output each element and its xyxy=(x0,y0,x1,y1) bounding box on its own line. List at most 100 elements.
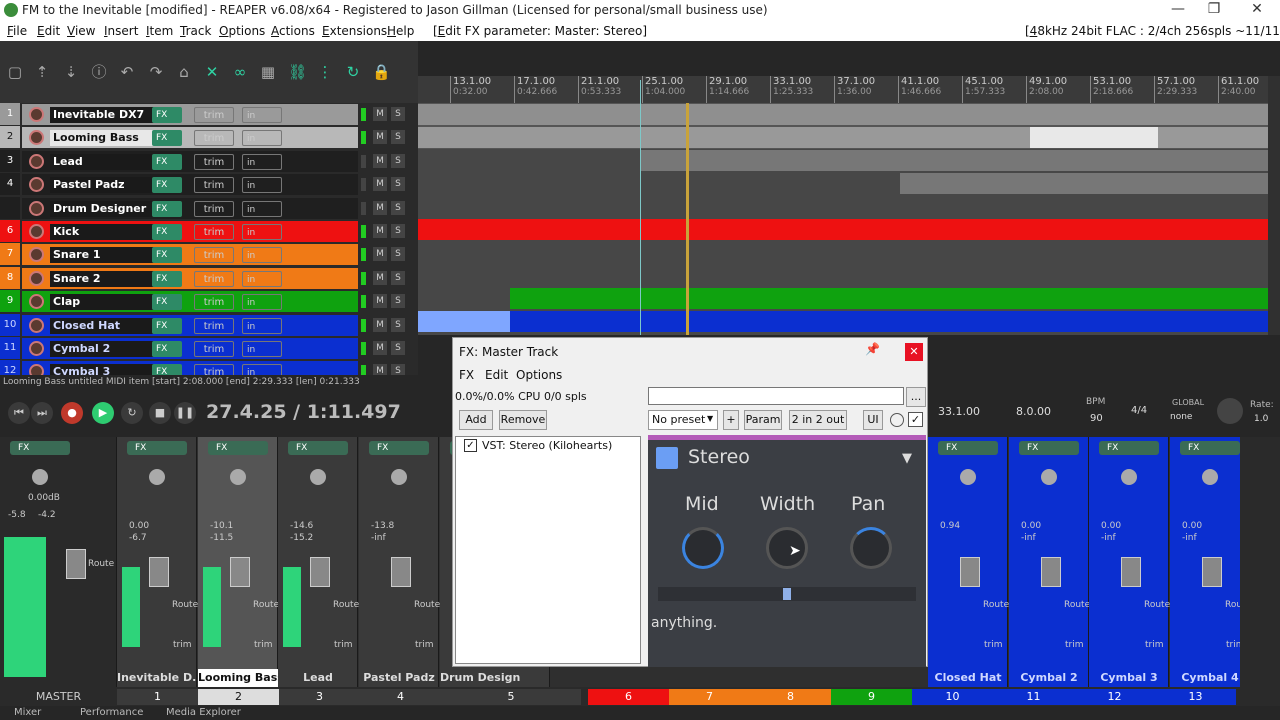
track-trim-button[interactable]: trim xyxy=(194,341,234,357)
redo-icon[interactable]: ↷ xyxy=(147,63,165,81)
track-fx-button[interactable]: FX xyxy=(152,364,182,375)
strip-fx-button[interactable]: FX xyxy=(938,441,998,455)
audio-status[interactable]: [48kHz 24bit FLAC : 2/4ch 256spls ~11/11… xyxy=(1025,24,1280,38)
strip-fx-button[interactable]: FX xyxy=(288,441,348,455)
ruler-mark[interactable]: 17.1.00 0:42.666 xyxy=(514,76,557,103)
loop-icon[interactable]: ↻ xyxy=(344,63,362,81)
record-arm-icon[interactable] xyxy=(29,270,44,286)
track-trim-button[interactable]: trim xyxy=(194,247,234,264)
ruler-mark[interactable]: 49.1.00 2:08.00 xyxy=(1026,76,1067,103)
track-number-cell[interactable]: 7 xyxy=(669,689,750,705)
record-arm-icon[interactable] xyxy=(29,317,44,333)
mute-button[interactable]: M xyxy=(373,153,387,168)
strip-fx-button[interactable]: FX xyxy=(1180,441,1240,455)
minimize-button[interactable]: — xyxy=(1158,1,1198,17)
io-button[interactable]: 2 in 2 out xyxy=(789,410,847,430)
record-arm-icon[interactable] xyxy=(29,107,44,122)
track-fx-button[interactable]: FX xyxy=(152,294,182,311)
track-trim-button[interactable]: trim xyxy=(194,224,234,240)
strip-trim-button[interactable]: trim xyxy=(1065,640,1084,650)
ruler-mark[interactable]: 57.1.00 2:29.333 xyxy=(1154,76,1197,103)
strip-trim-button[interactable]: trim xyxy=(1145,640,1164,650)
track-row[interactable]: 10 Closed Hat FX trim in M S xyxy=(0,313,418,337)
ruler-mark[interactable]: 21.1.00 0:53.333 xyxy=(578,76,621,103)
midi-item[interactable] xyxy=(510,288,1268,309)
menu-edit[interactable]: Edit xyxy=(37,24,60,38)
track-trim-button[interactable]: trim xyxy=(194,107,234,123)
track-input-select[interactable]: in xyxy=(242,130,282,147)
time-position[interactable]: 27.4.25 / 1:11.497 xyxy=(206,401,401,423)
mute-button[interactable]: M xyxy=(373,224,387,238)
import-icon[interactable]: ⇡ xyxy=(33,63,51,81)
record-arm-icon[interactable] xyxy=(29,200,44,216)
go-end-icon[interactable]: ⏭ xyxy=(31,402,53,424)
solo-button[interactable]: S xyxy=(391,107,405,121)
track-input-select[interactable]: in xyxy=(242,270,282,287)
midi-item[interactable] xyxy=(640,150,1268,171)
track-fx-button[interactable]: FX xyxy=(152,177,182,194)
mid-knob[interactable] xyxy=(682,527,724,569)
mute-button[interactable]: M xyxy=(373,270,387,285)
strip-route-button[interactable]: Route xyxy=(253,600,279,610)
record-arm-icon[interactable] xyxy=(29,364,44,375)
solo-button[interactable]: S xyxy=(391,247,405,262)
tab-performance[interactable]: Performance xyxy=(80,707,143,718)
menu-item[interactable]: Item xyxy=(146,24,173,38)
strip-name[interactable]: Inevitable D..7 xyxy=(117,669,197,687)
repeat-icon[interactable]: ↻ xyxy=(121,402,143,424)
strip-fader[interactable] xyxy=(1202,557,1222,587)
track-input-select[interactable]: in xyxy=(242,317,282,334)
strip-name[interactable]: Cymbal 4 xyxy=(1170,669,1250,687)
save-icon[interactable]: ⇣ xyxy=(62,63,80,81)
ui-button[interactable]: UI xyxy=(863,410,883,430)
track-fx-button[interactable]: FX xyxy=(152,317,182,334)
fx-browse-button[interactable]: ... xyxy=(906,387,926,407)
track-number-cell[interactable]: 8 xyxy=(750,689,831,705)
play-icon[interactable]: ▶ xyxy=(92,402,114,424)
tab-mixer[interactable]: Mixer xyxy=(14,707,41,718)
fx-add-button[interactable]: Add xyxy=(459,410,493,430)
width-knob[interactable] xyxy=(766,527,808,569)
track-header[interactable]: Cymbal 2 FX trim in xyxy=(22,338,358,359)
ruler-mark[interactable]: 61.1.00 2:40.00 xyxy=(1218,76,1259,103)
track-input-select[interactable]: in xyxy=(242,247,282,264)
midi-item[interactable] xyxy=(900,173,1268,194)
strip-trim-button[interactable]: trim xyxy=(984,640,1003,650)
track-trim-button[interactable]: trim xyxy=(194,153,234,170)
metronome-icon[interactable]: ⌂ xyxy=(175,63,193,81)
snap-icon[interactable]: ✕ xyxy=(203,63,221,81)
arrange-view[interactable] xyxy=(418,103,1268,335)
plugin-color-swatch[interactable] xyxy=(656,447,678,469)
strip-fx-button[interactable]: FX xyxy=(1099,441,1159,455)
track-header[interactable]: Closed Hat FX trim in xyxy=(22,314,358,336)
solo-button[interactable]: S xyxy=(391,364,405,375)
solo-button[interactable]: S xyxy=(391,130,405,145)
pan-knob[interactable] xyxy=(850,527,892,569)
strip-route-button[interactable]: Route xyxy=(172,600,198,610)
track-fx-button[interactable]: FX xyxy=(152,153,182,170)
mute-button[interactable]: M xyxy=(373,317,387,332)
track-number-cell[interactable]: 2 xyxy=(198,689,279,705)
track-header[interactable]: Drum Designer FX trim in xyxy=(22,197,358,219)
track-number-cell[interactable]: 13 xyxy=(1155,689,1236,705)
strip-pan-knob[interactable] xyxy=(391,469,407,485)
param-button[interactable]: Param xyxy=(744,410,782,430)
strip-pan-knob[interactable] xyxy=(960,469,976,485)
record-arm-icon[interactable] xyxy=(29,130,44,146)
track-row[interactable]: 8 Snare 2 FX trim in M S xyxy=(0,266,418,290)
strip-name[interactable]: Cymbal 2 xyxy=(1009,669,1089,687)
menu-options[interactable]: Options xyxy=(219,24,265,38)
fx-menu-edit[interactable]: Edit xyxy=(485,368,508,382)
mute-button[interactable]: M xyxy=(373,341,387,355)
record-arm-icon[interactable] xyxy=(29,224,44,239)
track-trim-button[interactable]: trim xyxy=(194,364,234,375)
ruler-mark[interactable]: 41.1.00 1:46.666 xyxy=(898,76,941,103)
track-row[interactable]: 9 Clap FX trim in M S xyxy=(0,290,418,313)
master-route-label[interactable]: Route xyxy=(88,559,114,569)
midi-item[interactable] xyxy=(418,104,1268,125)
menu-view[interactable]: View xyxy=(67,24,95,38)
track-row[interactable]: 11 Cymbal 2 FX trim in M S xyxy=(0,337,418,360)
track-input-select[interactable]: in xyxy=(242,224,282,240)
track-number-cell[interactable]: 1 xyxy=(117,689,198,705)
track-fx-button[interactable]: FX xyxy=(152,270,182,287)
